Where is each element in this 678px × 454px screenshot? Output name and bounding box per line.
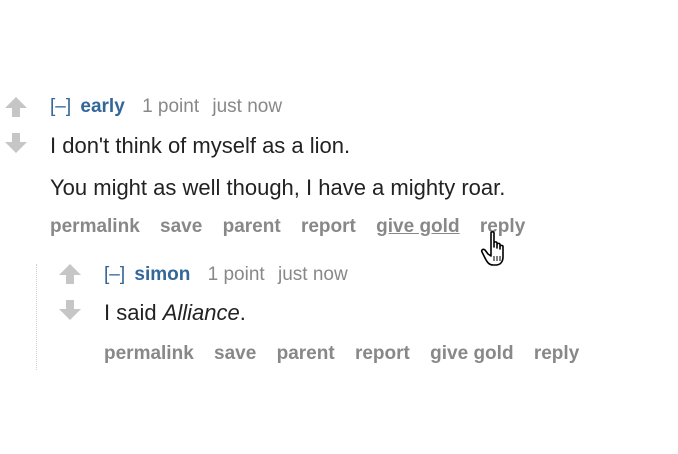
save-button[interactable]: save	[214, 343, 256, 364]
comment-body-line: You might as well though, I have a might…	[50, 175, 506, 200]
body-text: I said	[104, 300, 163, 325]
body-text: .	[239, 300, 246, 325]
give-gold-button[interactable]: give gold	[430, 343, 513, 364]
comment-body-line: I don't think of myself as a lion.	[50, 133, 351, 158]
comment-tagline: [–] early 1 point just now	[50, 96, 282, 118]
score-label: 1 point	[142, 96, 200, 117]
comment-buttons: permalink save parent report give gold r…	[50, 216, 540, 238]
comment-body-line: I said Alliance.	[104, 300, 246, 326]
author-link[interactable]: early	[80, 96, 124, 117]
collapse-toggle[interactable]: [–]	[104, 264, 125, 285]
downvote-arrow-icon[interactable]	[4, 132, 28, 154]
reply-button[interactable]: reply	[534, 343, 579, 364]
vote-arrows	[4, 96, 28, 156]
body-emphasis: Alliance	[162, 300, 240, 325]
parent-button[interactable]: parent	[223, 216, 281, 237]
timestamp: just now	[277, 264, 348, 285]
comment-buttons: permalink save parent report give gold r…	[104, 343, 579, 365]
downvote-arrow-icon[interactable]	[58, 299, 82, 321]
upvote-arrow-icon[interactable]	[4, 96, 28, 118]
vote-arrows	[58, 263, 82, 323]
child-thread-line	[36, 264, 37, 370]
collapse-toggle[interactable]: [–]	[50, 96, 71, 117]
permalink-button[interactable]: permalink	[104, 343, 194, 364]
parent-button[interactable]: parent	[277, 343, 335, 364]
score-label: 1 point	[207, 264, 265, 285]
comment-tagline: [–] simon 1 point just now	[104, 264, 348, 286]
give-gold-button[interactable]: give gold	[376, 216, 459, 237]
report-button[interactable]: report	[355, 343, 410, 364]
permalink-button[interactable]: permalink	[50, 216, 140, 237]
save-button[interactable]: save	[160, 216, 202, 237]
author-link[interactable]: simon	[134, 264, 190, 285]
upvote-arrow-icon[interactable]	[58, 263, 82, 285]
hand-pointer-cursor-icon	[480, 231, 504, 266]
report-button[interactable]: report	[301, 216, 356, 237]
timestamp: just now	[212, 96, 283, 117]
